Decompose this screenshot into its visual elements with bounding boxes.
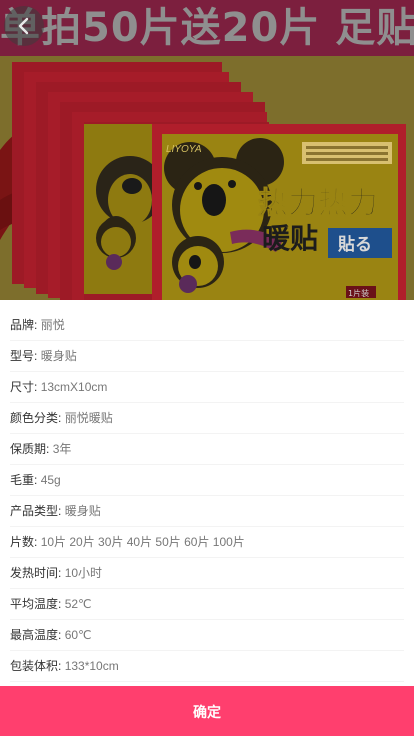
spec-key: 毛重	[10, 473, 35, 487]
product-image: LIYOYA 热力热力 暖贴 貼る 1片装 单拍50片送20片 足贴	[0, 0, 414, 300]
spec-row-heat-time: 发热时间: 10小时	[10, 558, 404, 589]
spec-row-shelf-life: 保质期: 3年	[10, 434, 404, 465]
chevron-left-icon	[18, 17, 29, 35]
spec-key: 最高温度	[10, 628, 59, 642]
spec-value: 暖身贴	[64, 504, 101, 518]
spec-key: 颜色分类	[10, 411, 59, 425]
spec-key: 包装体积	[10, 659, 59, 673]
spec-value: 丽悦	[40, 318, 65, 332]
spec-value: 13cmX10cm	[40, 380, 108, 394]
spec-value: 暖身贴	[40, 349, 77, 363]
spec-value: 10片 20片 30片 40片 50片 60片 100片	[40, 535, 245, 549]
spec-key: 发热时间	[10, 566, 59, 580]
spec-value: 133*10cm	[64, 659, 119, 673]
confirm-button[interactable]: 确定	[0, 686, 414, 736]
spec-row-type: 产品类型: 暖身贴	[10, 496, 404, 527]
spec-value: 3年	[52, 442, 72, 456]
brand-logo: LIYOYA	[166, 144, 202, 155]
product-title-line2: 暖贴	[262, 222, 318, 255]
product-title-line1: 热力热力	[258, 186, 378, 221]
spec-key: 片数	[10, 535, 35, 549]
spec-list: 品牌: 丽悦 型号: 暖身贴 尺寸: 13cmX10cm 颜色分类: 丽悦暖贴 …	[0, 310, 414, 682]
product-badge: 貼る	[337, 234, 372, 255]
spec-row-brand: 品牌: 丽悦	[10, 310, 404, 341]
spec-key: 平均温度	[10, 597, 59, 611]
spec-key: 产品类型	[10, 504, 59, 518]
back-button[interactable]	[4, 6, 44, 46]
spec-row-max-temp: 最高温度: 60℃	[10, 620, 404, 651]
spec-value: 45g	[40, 473, 61, 487]
spec-value: 10小时	[64, 566, 103, 580]
spec-key: 型号	[10, 349, 35, 363]
spec-row-color: 颜色分类: 丽悦暖贴	[10, 403, 404, 434]
promo-banner-text: 单拍50片送20片 足贴	[0, 5, 414, 51]
spec-row-package: 包装体积: 133*10cm	[10, 651, 404, 682]
spec-value: 52℃	[64, 597, 92, 611]
spec-key: 品牌	[10, 318, 35, 332]
pack-count-label: 1片装	[348, 288, 369, 298]
spec-value: 丽悦暖贴	[64, 411, 113, 425]
spec-row-avg-temp: 平均温度: 52℃	[10, 589, 404, 620]
spec-row-weight: 毛重: 45g	[10, 465, 404, 496]
spec-key: 保质期	[10, 442, 47, 456]
spec-row-size: 尺寸: 13cmX10cm	[10, 372, 404, 403]
spec-row-count: 片数: 10片 20片 30片 40片 50片 60片 100片	[10, 527, 404, 558]
spec-value: 60℃	[64, 628, 92, 642]
spec-key: 尺寸	[10, 380, 35, 394]
spec-row-model: 型号: 暖身贴	[10, 341, 404, 372]
